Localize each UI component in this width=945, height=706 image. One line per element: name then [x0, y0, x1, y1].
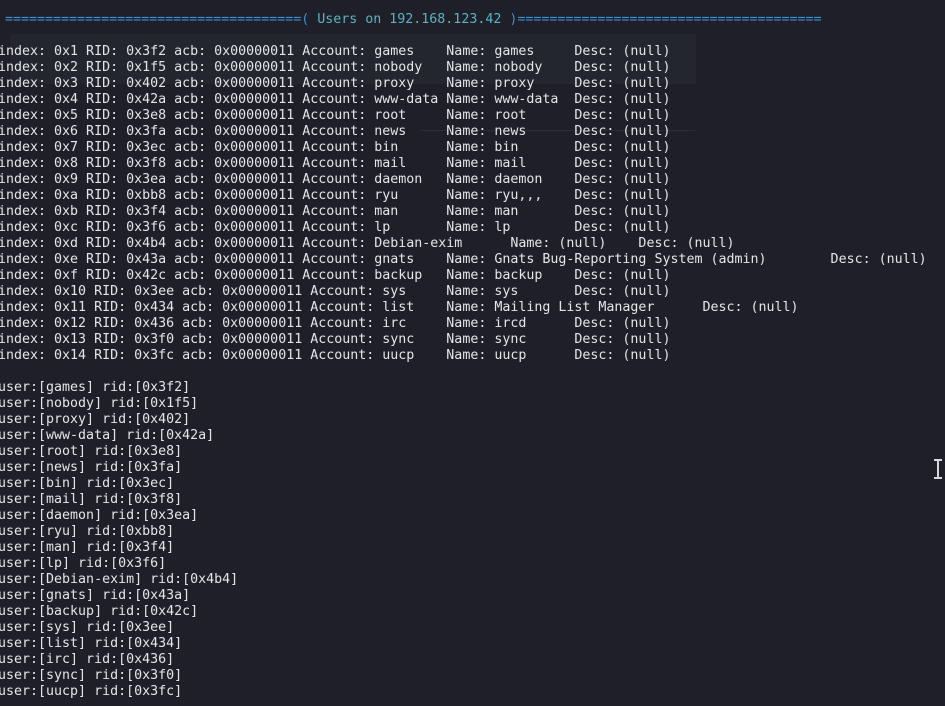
- enum-output-line: index: 0x12 RID: 0x436 acb: 0x00000011 A…: [0, 316, 671, 331]
- enum-output-line: index: 0xd RID: 0x4b4 acb: 0x00000011 Ac…: [0, 236, 735, 251]
- enum-output-line: index: 0x8 RID: 0x3f8 acb: 0x00000011 Ac…: [0, 156, 671, 171]
- user-rid-line: user:[man] rid:[0x3f4]: [0, 540, 175, 555]
- user-rid-line: user:[mail] rid:[0x3f8]: [0, 492, 183, 507]
- user-rid-line: user:[gnats] rid:[0x43a]: [0, 588, 191, 603]
- user-rid-line: user:[backup] rid:[0x42c]: [0, 604, 199, 619]
- enum-output-line: index: 0xf RID: 0x42c acb: 0x00000011 Ac…: [0, 268, 671, 283]
- enum-output-line: index: 0x4 RID: 0x42a acb: 0x00000011 Ac…: [0, 92, 671, 107]
- user-rid-line: user:[root] rid:[0x3e8]: [0, 444, 183, 459]
- user-rid-line: user:[news] rid:[0x3fa]: [0, 460, 183, 475]
- enum-output-line: index: 0x13 RID: 0x3f0 acb: 0x00000011 A…: [0, 332, 671, 347]
- section-header: =====================================( U…: [5, 12, 822, 28]
- user-rid-line: user:[proxy] rid:[0x402]: [0, 412, 191, 427]
- header-open-paren: (: [301, 12, 318, 27]
- header-close-paren: ): [501, 12, 518, 27]
- user-rid-line: user:[sys] rid:[0x3ee]: [0, 620, 175, 635]
- user-rid-line: user:[www-data] rid:[0x42a]: [0, 428, 215, 443]
- enum-output-line: index: 0x7 RID: 0x3ec acb: 0x00000011 Ac…: [0, 140, 671, 155]
- user-rid-list: user:[games] rid:[0x3f2] user:[nobody] ri…: [0, 380, 238, 700]
- enum-output-line: index: 0x10 RID: 0x3ee acb: 0x00000011 A…: [0, 284, 671, 299]
- enum-output-line: index: 0xc RID: 0x3f6 acb: 0x00000011 Ac…: [0, 220, 671, 235]
- enum-output-line: index: 0x14 RID: 0x3fc acb: 0x00000011 A…: [0, 348, 671, 363]
- enumdomusers-output: index: 0x1 RID: 0x3f2 acb: 0x00000011 Ac…: [0, 44, 927, 364]
- enum-output-line: index: 0x11 RID: 0x434 acb: 0x00000011 A…: [0, 300, 799, 315]
- user-rid-line: user:[sync] rid:[0x3f0]: [0, 668, 183, 683]
- text-cursor-ibeam-icon: [934, 459, 942, 479]
- enum-output-line: index: 0x9 RID: 0x3ea acb: 0x00000011 Ac…: [0, 172, 671, 187]
- enum-output-line: index: 0xe RID: 0x43a acb: 0x00000011 Ac…: [0, 252, 927, 267]
- header-title: Users on 192.168.123.42: [317, 12, 502, 27]
- user-rid-line: user:[games] rid:[0x3f2]: [0, 380, 191, 395]
- enum-output-line: index: 0xb RID: 0x3f4 acb: 0x00000011 Ac…: [0, 204, 671, 219]
- user-rid-line: user:[lp] rid:[0x3f6]: [0, 556, 167, 571]
- user-rid-line: user:[irc] rid:[0x436]: [0, 652, 175, 667]
- user-rid-line: user:[nobody] rid:[0x1f5]: [0, 396, 199, 411]
- enum-output-line: index: 0x1 RID: 0x3f2 acb: 0x00000011 Ac…: [0, 44, 671, 59]
- user-rid-line: user:[uucp] rid:[0x3fc]: [0, 684, 183, 699]
- enum-output-line: index: 0x5 RID: 0x3e8 acb: 0x00000011 Ac…: [0, 108, 671, 123]
- header-right-rule: ======================================: [517, 12, 822, 27]
- enum-output-line: index: 0xa RID: 0xbb8 acb: 0x00000011 Ac…: [0, 188, 671, 203]
- user-rid-line: user:[list] rid:[0x434]: [0, 636, 183, 651]
- enum-output-line: index: 0x6 RID: 0x3fa acb: 0x00000011 Ac…: [0, 124, 671, 139]
- user-rid-line: user:[bin] rid:[0x3ec]: [0, 476, 175, 491]
- user-rid-line: user:[ryu] rid:[0xbb8]: [0, 524, 175, 539]
- user-rid-line: user:[Debian-exim] rid:[0x4b4]: [0, 572, 239, 587]
- enum-output-line: index: 0x3 RID: 0x402 acb: 0x00000011 Ac…: [0, 76, 671, 91]
- enum-output-line: index: 0x2 RID: 0x1f5 acb: 0x00000011 Ac…: [0, 60, 671, 75]
- user-rid-line: user:[daemon] rid:[0x3ea]: [0, 508, 199, 523]
- header-left-rule: =====================================: [5, 12, 302, 27]
